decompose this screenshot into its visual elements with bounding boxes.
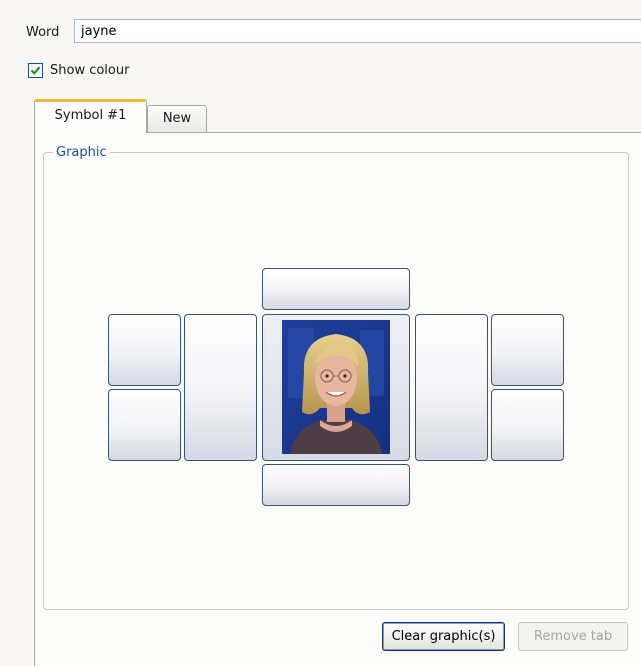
checkmark-icon: [30, 66, 41, 75]
graphic-group-label: Graphic: [53, 145, 110, 161]
slot-right-outer-bottom[interactable]: [491, 389, 564, 461]
slot-left-outer-bottom[interactable]: [108, 389, 181, 461]
remove-tab-button[interactable]: Remove tab: [518, 622, 628, 651]
slot-left-outer-top[interactable]: [108, 314, 181, 386]
slot-right-outer-top[interactable]: [491, 314, 564, 386]
slot-bottom[interactable]: [262, 464, 410, 506]
show-colour-option[interactable]: Show colour: [28, 60, 129, 80]
tab-new[interactable]: New: [147, 105, 207, 132]
clear-graphics-button[interactable]: Clear graphic(s): [382, 622, 505, 651]
slot-left-inner[interactable]: [184, 314, 257, 461]
show-colour-label: Show colour: [50, 62, 130, 78]
word-label: Word: [26, 25, 60, 40]
word-input[interactable]: [74, 19, 641, 43]
symbol-editor-window: Word Show colour Symbol #1 New Graphic: [0, 0, 641, 666]
slot-right-inner[interactable]: [415, 314, 488, 461]
show-colour-checkbox[interactable]: [28, 62, 43, 78]
tab-symbol-1[interactable]: Symbol #1: [34, 99, 147, 133]
symbol-photo: [282, 320, 390, 454]
slot-top[interactable]: [262, 268, 410, 310]
